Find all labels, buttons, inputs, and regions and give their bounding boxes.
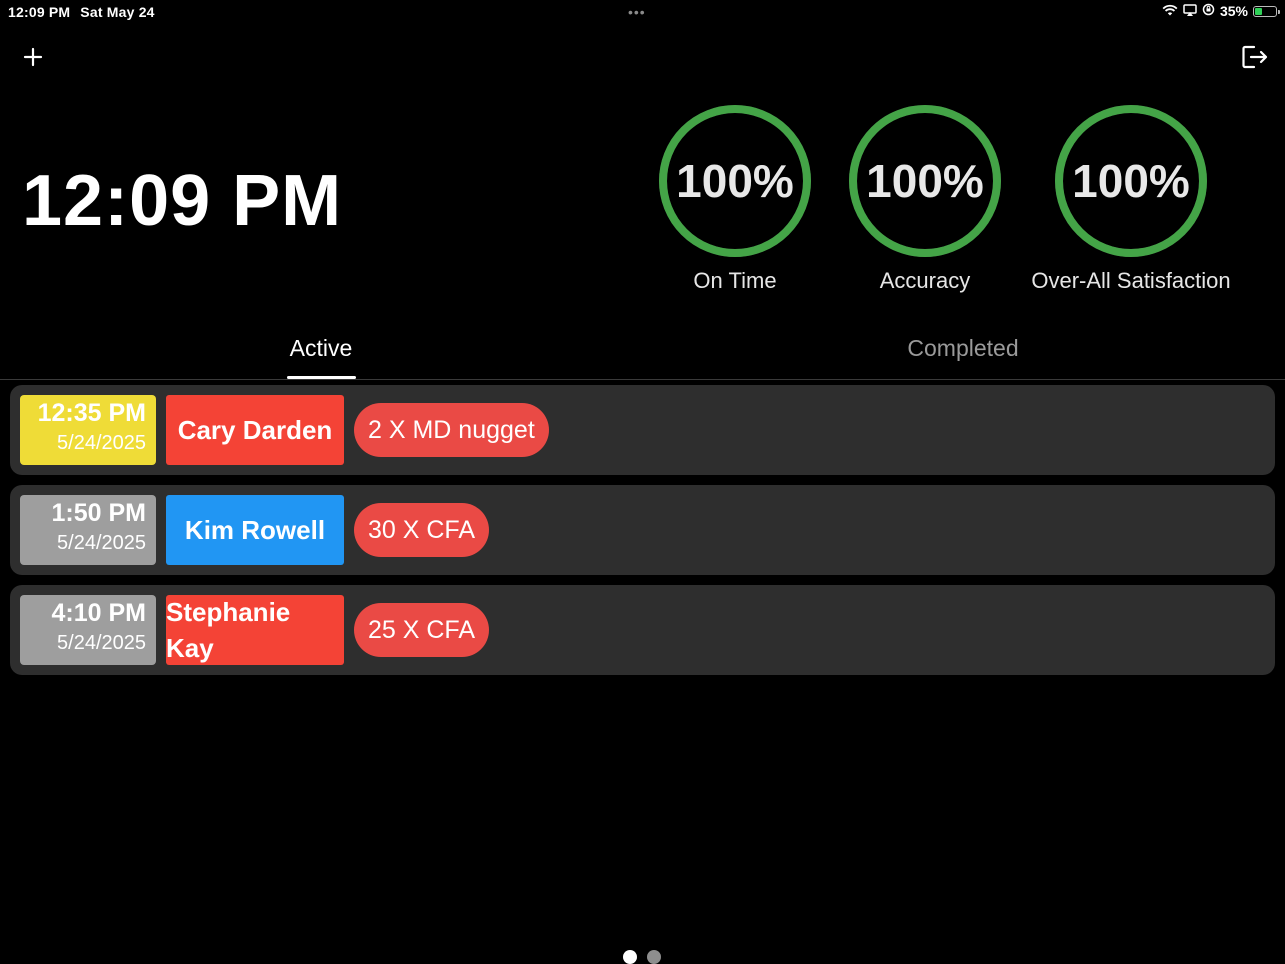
battery-fill xyxy=(1255,7,1262,15)
logout-button[interactable] xyxy=(1240,42,1270,72)
on-time-gauge: 100% xyxy=(655,101,815,261)
status-bar-indicators: 35% xyxy=(1162,3,1280,19)
order-date: 5/24/2025 xyxy=(57,632,146,654)
status-bar-datetime: 12:09 PM Sat May 24 xyxy=(8,4,165,20)
order-date: 5/24/2025 xyxy=(57,532,146,554)
multitasking-dots[interactable]: ••• xyxy=(628,4,646,20)
order-item-pill: 25 X CFA xyxy=(354,603,489,657)
order-time: 1:50 PM xyxy=(51,499,146,527)
accuracy-label: Accuracy xyxy=(879,268,971,293)
status-date: Sat May 24 xyxy=(80,4,155,20)
satisfaction-gauge: 100% xyxy=(1051,101,1211,261)
order-row[interactable]: 12:35 PM 5/24/2025 Cary Darden 2 X MD nu… xyxy=(10,385,1275,475)
wifi-icon xyxy=(1162,3,1178,19)
orientation-lock-icon xyxy=(1202,3,1215,19)
order-time: 12:35 PM xyxy=(37,399,146,427)
order-row[interactable]: 4:10 PM 5/24/2025 Stephanie Kay 25 X CFA xyxy=(10,585,1275,675)
order-time: 4:10 PM xyxy=(51,599,146,627)
page-dot[interactable] xyxy=(647,950,661,964)
page-dot[interactable] xyxy=(623,950,637,964)
battery-percent: 35% xyxy=(1219,3,1248,19)
satisfaction-label: Over-All Satisfaction xyxy=(1031,268,1231,293)
customer-name-badge: Kim Rowell xyxy=(166,495,344,565)
tab-divider xyxy=(0,379,1285,380)
current-time-display: 12:09 PM xyxy=(22,161,343,241)
accuracy-value: 100% xyxy=(866,155,984,207)
order-item-pill: 30 X CFA xyxy=(354,503,489,557)
order-row[interactable]: 1:50 PM 5/24/2025 Kim Rowell 30 X CFA xyxy=(10,485,1275,575)
plus-icon xyxy=(23,47,43,67)
page-indicator[interactable] xyxy=(623,950,661,964)
order-time-badge: 12:35 PM 5/24/2025 xyxy=(20,395,156,465)
add-button[interactable] xyxy=(18,42,48,72)
screen-mirroring-icon xyxy=(1183,3,1197,19)
on-time-label: On Time xyxy=(693,268,777,293)
logout-icon xyxy=(1242,45,1268,69)
customer-name-badge: Stephanie Kay xyxy=(166,595,344,665)
status-time: 12:09 PM xyxy=(8,4,71,20)
accuracy-gauge: 100% xyxy=(845,101,1005,261)
on-time-value: 100% xyxy=(676,155,794,207)
tab-active[interactable]: Active xyxy=(290,335,353,362)
order-time-badge: 1:50 PM 5/24/2025 xyxy=(20,495,156,565)
order-date: 5/24/2025 xyxy=(57,432,146,454)
order-time-badge: 4:10 PM 5/24/2025 xyxy=(20,595,156,665)
battery-icon xyxy=(1253,5,1280,17)
tab-completed[interactable]: Completed xyxy=(907,335,1018,362)
customer-name-badge: Cary Darden xyxy=(166,395,344,465)
order-item-pill: 2 X MD nugget xyxy=(354,403,549,457)
satisfaction-value: 100% xyxy=(1072,155,1190,207)
